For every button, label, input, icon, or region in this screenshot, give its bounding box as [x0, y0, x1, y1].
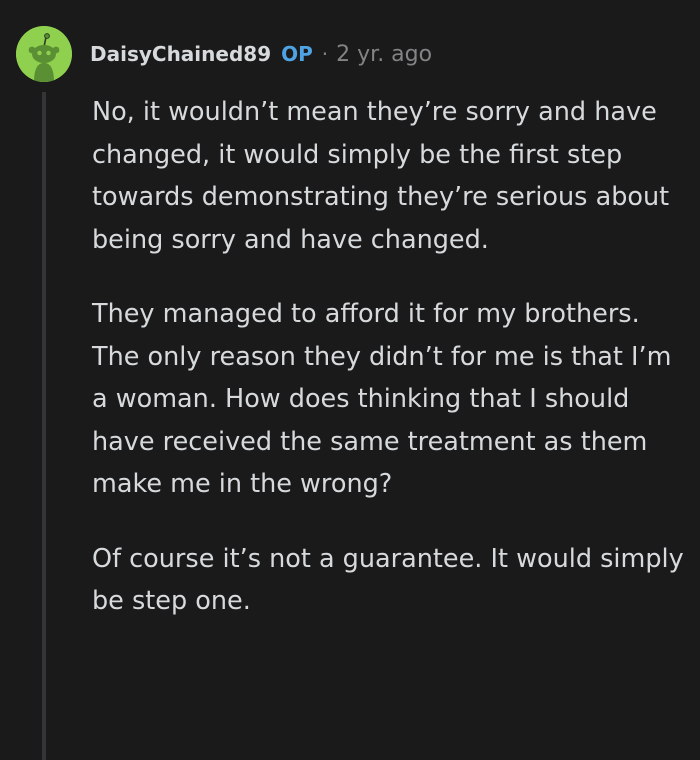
comment-body: No, it wouldn’t mean they’re sorry and h… [92, 91, 692, 655]
comment-paragraph: No, it wouldn’t mean they’re sorry and h… [92, 97, 670, 255]
thread-collapse-line[interactable] [42, 92, 46, 760]
username-link[interactable]: DaisyChained89 [90, 42, 271, 66]
separator-dot: · [321, 42, 329, 66]
user-avatar[interactable] [16, 26, 72, 82]
comment-timestamp[interactable]: 2 yr. ago [336, 42, 432, 67]
op-badge: OP [281, 42, 313, 66]
comment-paragraph: Of course it’s not a guarantee. It would… [92, 543, 684, 617]
comment-header: DaisyChained89 OP · 2 yr. ago [90, 36, 432, 72]
reddit-snoo-avatar-icon [16, 26, 72, 82]
comment: DaisyChained89 OP · 2 yr. ago No, it wou… [0, 0, 700, 760]
comment-paragraph: They managed to afford it for my brother… [92, 299, 672, 499]
